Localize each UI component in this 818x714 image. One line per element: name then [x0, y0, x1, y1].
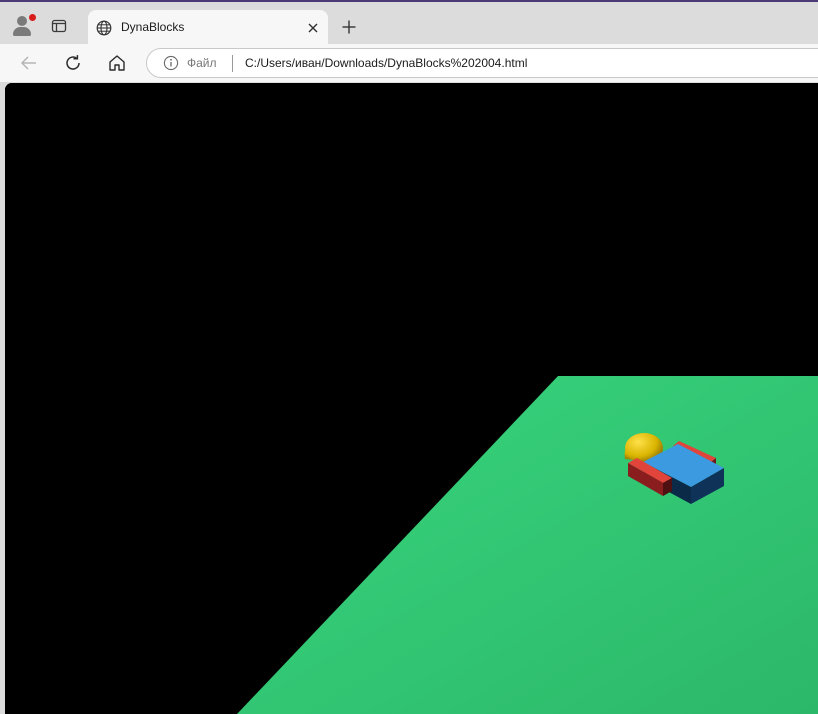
globe-icon [96, 20, 112, 36]
tab-actions-icon[interactable] [51, 18, 67, 34]
reload-icon[interactable] [63, 53, 83, 73]
url-text[interactable]: C:/Users/иван/Downloads/DynaBlocks%20200… [245, 56, 527, 70]
profile-head [17, 16, 27, 26]
tab-strip: DynaBlocks [0, 2, 818, 46]
tab-title: DynaBlocks [121, 20, 185, 34]
notification-dot [28, 13, 37, 22]
browser-window: DynaBlocks Файл C:/Users/иван/Downloads/… [0, 0, 818, 714]
address-bar[interactable]: Файл C:/Users/иван/Downloads/DynaBlocks%… [146, 48, 818, 78]
new-tab-icon[interactable] [341, 19, 357, 35]
address-separator [232, 55, 233, 72]
navigation-toolbar: Файл C:/Users/иван/Downloads/DynaBlocks%… [0, 44, 818, 82]
scheme-label: Файл [187, 56, 217, 70]
game-scene[interactable] [5, 83, 818, 714]
info-icon[interactable] [163, 55, 179, 71]
back-arrow-icon[interactable] [19, 53, 39, 73]
profile-icon[interactable] [10, 13, 37, 37]
page-viewport[interactable] [5, 83, 818, 714]
tab-dynablocks[interactable]: DynaBlocks [88, 10, 328, 46]
home-icon[interactable] [107, 53, 127, 73]
profile-shoulders [13, 27, 31, 36]
close-tab-icon[interactable] [306, 21, 320, 35]
